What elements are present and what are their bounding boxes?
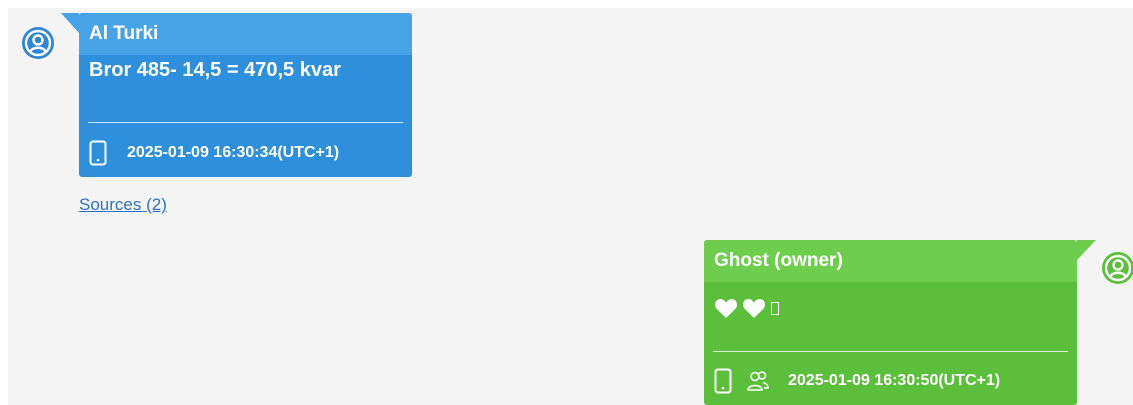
sources-link[interactable]: Sources (2): [79, 195, 167, 215]
message-footer: 2025-01-09 16:30:50(UTC+1): [714, 366, 1067, 396]
bubble-tail: [61, 13, 79, 33]
phone-icon: [714, 368, 732, 394]
group-icon: [746, 369, 770, 393]
message-timestamp: 2025-01-09 16:30:50(UTC+1): [788, 372, 1001, 389]
outgoing-message-bubble[interactable]: Ghost (owner) 2025-01-09 16:30:50(UTC+1): [704, 240, 1096, 405]
heart-icon: [742, 297, 766, 319]
incoming-message-bubble[interactable]: Al Turki Bror 485- 14,5 = 470,5 kvar 202…: [61, 13, 412, 177]
heart-icon: [714, 297, 738, 319]
message-content: [704, 282, 1077, 326]
message-timestamp: 2025-01-09 16:30:34(UTC+1): [127, 144, 340, 161]
user-avatar-icon: [1101, 251, 1133, 285]
unknown-glyph-box-icon: [771, 301, 779, 315]
sender-name: Al Turki: [79, 13, 412, 55]
message-footer: 2025-01-09 16:30:34(UTC+1): [89, 139, 402, 167]
divider: [88, 122, 403, 123]
divider: [713, 351, 1068, 352]
contact-avatar-icon: [21, 26, 55, 60]
bubble-tail: [1077, 240, 1096, 260]
phone-icon: [89, 140, 107, 166]
message-text: Bror 485- 14,5 = 470,5 kvar: [89, 59, 341, 81]
sender-name: Ghost (owner): [704, 240, 1077, 282]
